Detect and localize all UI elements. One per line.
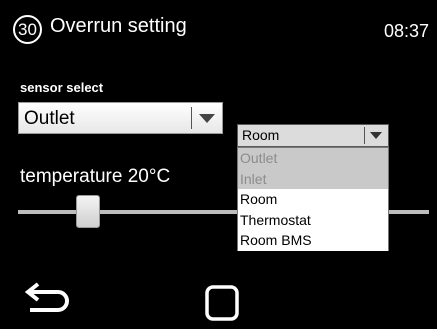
room-sensor-dropdown-value: Room <box>242 127 280 143</box>
dropdown-separator <box>191 107 192 129</box>
dropdown-option-room[interactable]: Room <box>238 189 388 210</box>
dropdown-separator <box>364 127 365 144</box>
back-button[interactable] <box>22 280 78 314</box>
dropdown-option-outlet: Outlet <box>238 148 388 169</box>
sensor-select-value: Outlet <box>24 108 75 129</box>
clock: 08:37 <box>383 21 429 41</box>
dropdown-option-thermostat[interactable]: Thermostat <box>238 209 388 230</box>
chevron-down-icon <box>199 114 215 123</box>
home-button[interactable] <box>204 284 242 322</box>
dropdown-option-inlet: Inlet <box>238 168 388 189</box>
chevron-down-icon <box>370 132 382 139</box>
back-arrow-icon <box>24 282 69 312</box>
sensor-select-label: sensor select <box>20 80 104 95</box>
step-number: 30 <box>18 20 37 39</box>
sensor-select-dropdown[interactable]: Outlet <box>18 102 223 134</box>
step-number-badge: 30 <box>13 15 42 44</box>
dropdown-options-list: Outlet Inlet Room Thermostat Room BMS <box>237 147 389 251</box>
temperature-slider-thumb[interactable] <box>76 195 100 228</box>
home-square-icon <box>205 285 239 321</box>
page-title: Overrun setting <box>50 15 187 37</box>
dropdown-option-room-bms[interactable]: Room BMS <box>238 230 388 251</box>
temperature-label: temperature 20°C <box>20 166 171 187</box>
room-sensor-dropdown[interactable]: Room <box>237 124 389 147</box>
